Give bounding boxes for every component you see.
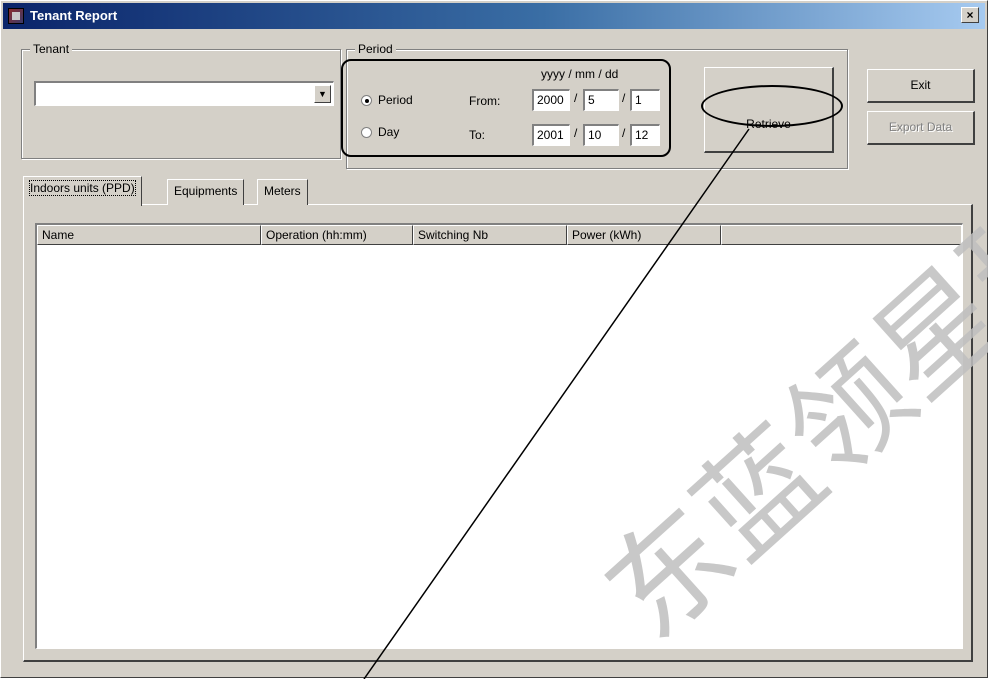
period-group-label: Period <box>355 42 396 56</box>
exit-button[interactable]: Exit <box>867 69 975 103</box>
tab-equipments[interactable]: Equipments <box>167 179 245 205</box>
from-sep-2: / <box>622 91 626 105</box>
radio-day-label: Day <box>378 125 400 139</box>
tab-meters[interactable]: Meters <box>257 179 308 205</box>
from-year-input[interactable]: 2000 <box>532 89 570 111</box>
radio-day[interactable]: Day <box>361 125 399 139</box>
column-header-power[interactable]: Power (kWh) <box>567 225 721 245</box>
chevron-down-icon[interactable]: ▼ <box>314 85 331 103</box>
to-label: To: <box>469 128 486 142</box>
title-bar[interactable]: Tenant Report × <box>3 3 985 29</box>
close-button[interactable]: × <box>961 7 979 23</box>
radio-day-indicator[interactable] <box>361 126 372 138</box>
from-label: From: <box>469 94 501 108</box>
tenant-report-window: Tenant Report × Tenant ▼ Period Period D… <box>0 0 988 679</box>
exit-button-label: Exit <box>910 78 931 92</box>
to-day-input[interactable]: 12 <box>630 124 660 146</box>
to-sep-2: / <box>622 126 626 140</box>
radio-period-indicator[interactable] <box>361 94 372 106</box>
date-format-hint: yyyy / mm / dd <box>541 67 619 81</box>
radio-period[interactable]: Period <box>361 93 413 107</box>
export-data-button: Export Data <box>867 111 975 145</box>
to-year-input[interactable]: 2001 <box>532 124 570 146</box>
to-sep-1: / <box>574 126 578 140</box>
column-header-operation[interactable]: Operation (hh:mm) <box>261 225 413 245</box>
app-icon <box>8 8 24 24</box>
tab-indoors-units-label: Indoors units (PPD) <box>29 180 136 196</box>
period-highlight-box <box>341 59 671 157</box>
export-data-button-label: Export Data <box>888 120 953 134</box>
column-header-name[interactable]: Name <box>37 225 261 245</box>
from-sep-1: / <box>574 91 578 105</box>
tenant-group-label: Tenant <box>30 42 73 56</box>
close-icon: × <box>966 8 974 22</box>
to-month-input[interactable]: 10 <box>583 124 619 146</box>
table-header: Name Operation (hh:mm) Switching Nb Powe… <box>37 225 961 245</box>
window-title: Tenant Report <box>30 8 118 23</box>
tab-indoors-units[interactable]: Indoors units (PPD) <box>23 176 142 206</box>
from-month-input[interactable]: 5 <box>583 89 619 111</box>
tab-equipments-label: Equipments <box>174 184 238 198</box>
retrieve-highlight-ellipse <box>701 85 843 127</box>
tab-meters-label: Meters <box>264 184 301 198</box>
radio-period-label: Period <box>378 93 413 107</box>
from-day-input[interactable]: 1 <box>630 89 660 111</box>
column-header-switching[interactable]: Switching Nb <box>413 225 567 245</box>
tenant-dropdown[interactable]: ▼ <box>34 81 334 106</box>
